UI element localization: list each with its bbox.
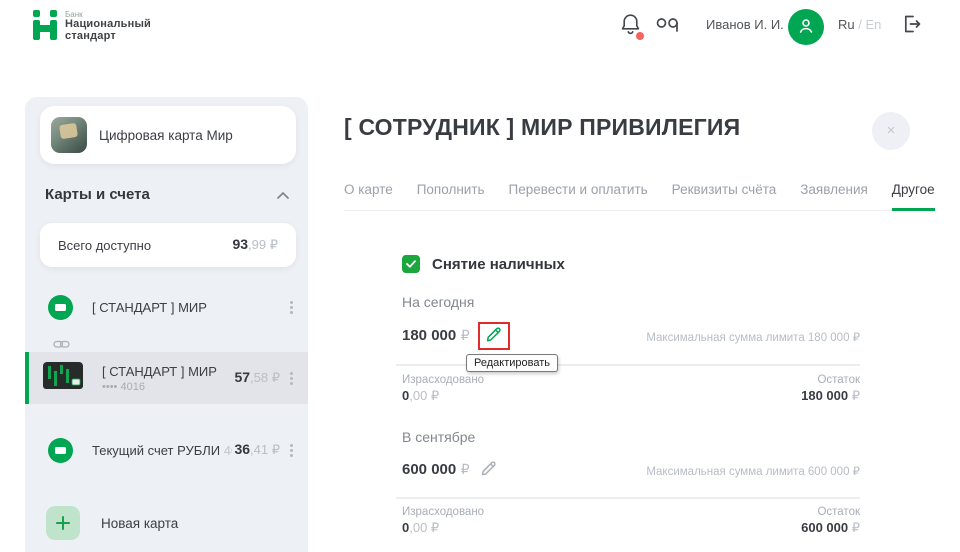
limit-amount: 180 000 ₽ (402, 327, 470, 345)
logout-icon (902, 22, 922, 37)
kebab-menu-icon[interactable] (284, 301, 298, 314)
remaining-value: 180 000 ₽ (801, 388, 860, 404)
page-title: [ СОТРУДНИК ] МИР ПРИВИЛЕГИЯ (344, 114, 740, 141)
total-available-label: Всего доступно (58, 238, 151, 253)
pencil-icon (485, 326, 502, 346)
total-available-card: Всего доступно 93,99 ₽ (40, 223, 296, 267)
notifications-button[interactable] (620, 12, 641, 39)
sidebar: Цифровая карта Мир Карты и счета Всего д… (25, 97, 308, 552)
collapse-section-button[interactable] (275, 185, 291, 204)
logout-button[interactable] (902, 14, 922, 37)
headset-icon (656, 21, 680, 36)
card-circle-icon (48, 438, 73, 463)
close-button[interactable]: × (872, 112, 910, 150)
remaining-value: 600 000 ₽ (801, 520, 860, 536)
mini-card-icon (55, 304, 66, 311)
account-item-standard-mir-4016-selected[interactable]: [ СТАНДАРТ ] МИР •••• 4016 57,58 ₽ (25, 352, 308, 404)
account-title: Текущий счет РУБЛИ 40 (92, 443, 232, 458)
digital-card-banner[interactable]: Цифровая карта Мир (40, 106, 296, 164)
mini-card-icon (55, 447, 66, 454)
page: Банк Национальный стандарт (0, 0, 960, 552)
tab-top-up[interactable]: Пополнить (417, 182, 485, 197)
max-limit-label-today: Максимальная сумма лимита 180 000 ₽ (646, 330, 860, 344)
tab-transfer-pay[interactable]: Перевести и оплатить (509, 182, 648, 197)
spent-value: 0,00 ₽ (402, 388, 439, 404)
new-card-label: Новая карта (101, 516, 178, 531)
cash-withdrawal-label: Снятие наличных (432, 256, 565, 273)
edit-limit-button[interactable] (483, 324, 504, 348)
cash-withdrawal-checkbox-row[interactable]: Снятие наличных (402, 255, 565, 273)
lang-en[interactable]: En (865, 17, 881, 32)
checkbox-checked-icon[interactable] (402, 255, 420, 273)
plus-icon (46, 506, 80, 540)
tab-bar: О карте Пополнить Перевести и оплатить Р… (344, 182, 920, 211)
bank-logo-icon (33, 10, 59, 45)
person-icon (797, 17, 815, 38)
account-balance: 57,58 ₽ (234, 369, 280, 387)
limit-amount-row-today: 180 000 ₽ (402, 322, 510, 350)
user-name[interactable]: Иванов И. И. (706, 17, 784, 32)
support-button[interactable] (656, 16, 680, 36)
tab-applications[interactable]: Заявления (800, 182, 868, 197)
limit-amount-row-month: 600 000 ₽ (402, 458, 499, 482)
tab-about-card[interactable]: О карте (344, 182, 393, 197)
tab-other-active[interactable]: Другое (892, 182, 935, 197)
selected-indicator (25, 352, 29, 404)
account-title: [ СТАНДАРТ ] МИР (92, 300, 207, 315)
total-available-amount: 93,99 ₽ (232, 236, 278, 254)
limit-period-month: В сентябре (402, 429, 475, 445)
notification-badge (636, 32, 644, 40)
card-thumbnail (43, 362, 83, 394)
tab-account-details[interactable]: Реквизиты счёта (672, 182, 777, 197)
account-number-masked: •••• 4016 (102, 381, 217, 393)
remaining-label: Остаток (817, 506, 860, 518)
lang-ru[interactable]: Ru (838, 17, 855, 32)
kebab-menu-icon[interactable] (284, 444, 298, 457)
digital-card-label: Цифровая карта Мир (99, 128, 233, 143)
spent-label: Израсходовано (402, 506, 484, 518)
remaining-label: Остаток (817, 374, 860, 386)
language-switcher: Ru / En (838, 17, 881, 32)
kebab-menu-icon[interactable] (284, 372, 298, 385)
edit-limit-button[interactable] (478, 458, 499, 482)
account-item-standard-mir[interactable]: [ СТАНДАРТ ] МИР (25, 283, 308, 331)
new-card-button[interactable]: Новая карта (25, 498, 308, 548)
cards-accounts-title: Карты и счета (45, 186, 150, 203)
account-balance: 36,41 ₽ (234, 441, 280, 459)
limit-period-today: На сегодня (402, 294, 474, 310)
spent-label: Израсходовано (402, 374, 484, 386)
logo-line2: стандарт (65, 31, 151, 43)
edit-highlight-box (478, 322, 510, 350)
account-item-current-rub[interactable]: Текущий счет РУБЛИ 40 36,41 ₽ (25, 426, 308, 474)
bank-logo[interactable]: Банк Национальный стандарт (33, 10, 151, 45)
digital-card-image (51, 117, 87, 153)
account-title: [ СТАНДАРТ ] МИР (102, 364, 217, 379)
card-circle-icon (48, 295, 73, 320)
lang-separator: / (855, 17, 866, 32)
max-limit-label-month: Максимальная сумма лимита 600 000 ₽ (646, 464, 860, 478)
header: Банк Национальный стандарт (0, 0, 960, 54)
cards-accounts-header: Карты и счета (45, 185, 291, 204)
pencil-icon (480, 460, 497, 480)
spent-value: 0,00 ₽ (402, 520, 439, 536)
edit-tooltip: Редактировать (466, 354, 558, 372)
profile-avatar[interactable] (788, 9, 824, 45)
limit-amount: 600 000 ₽ (402, 461, 470, 479)
limit-progress-bar-month (396, 497, 860, 499)
chevron-up-icon (277, 187, 289, 202)
